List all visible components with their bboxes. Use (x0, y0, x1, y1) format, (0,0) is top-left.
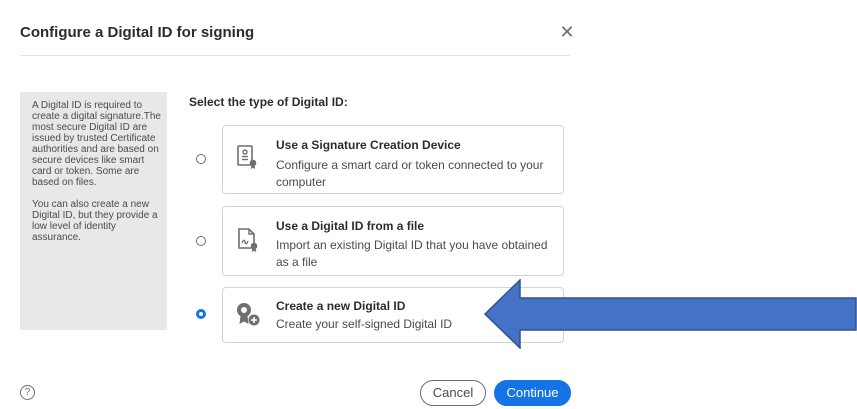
radio-signature-device[interactable] (196, 154, 206, 164)
option-title: Use a Signature Creation Device (276, 138, 461, 152)
info-panel: A Digital ID is required to create a dig… (20, 92, 167, 330)
header-divider (20, 55, 570, 56)
option-description: Import an existing Digital ID that you h… (276, 238, 548, 269)
help-icon[interactable]: ? (20, 385, 35, 400)
dialog-title: Configure a Digital ID for signing (20, 24, 255, 41)
continue-button[interactable]: Continue (494, 380, 571, 406)
info-paragraph-1: A Digital ID is required to create a dig… (32, 100, 161, 188)
new-id-icon (237, 303, 260, 326)
section-heading: Select the type of Digital ID: (189, 95, 348, 109)
option-title: Use a Digital ID from a file (276, 219, 425, 233)
option-id-from-file[interactable]: Use a Digital ID from a file Import an e… (222, 206, 564, 276)
radio-create-new-id[interactable] (196, 309, 206, 319)
radio-id-from-file[interactable] (196, 236, 206, 246)
info-paragraph-2: You can also create a new Digital ID, bu… (32, 199, 158, 243)
certificate-device-icon (237, 145, 257, 169)
option-signature-device[interactable]: Use a Signature Creation Device Configur… (222, 125, 564, 194)
option-title: Create a new Digital ID (276, 299, 406, 313)
id-file-icon (238, 228, 258, 252)
option-description: Configure a smart card or token connecte… (276, 158, 544, 189)
annotation-arrow-icon (484, 279, 857, 349)
cancel-button[interactable]: Cancel (420, 380, 486, 406)
close-icon[interactable]: ✕ (558, 23, 576, 41)
